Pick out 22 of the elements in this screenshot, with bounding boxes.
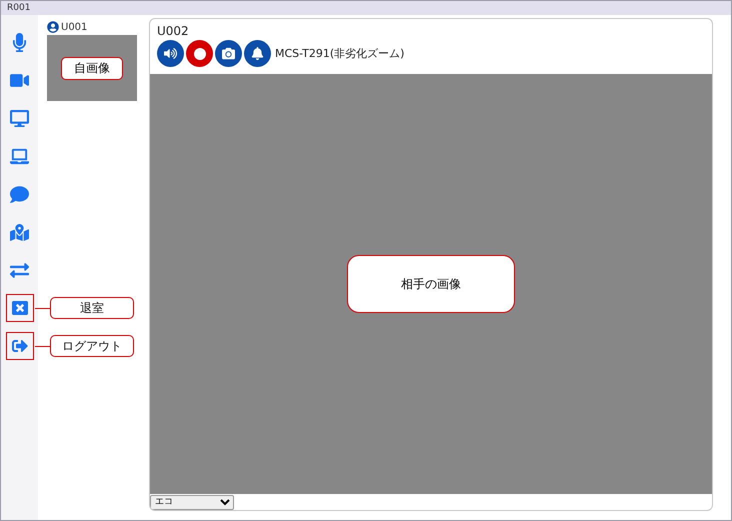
user-name: U002: [157, 24, 190, 38]
speaker-icon: [164, 47, 177, 60]
exit-icon: [12, 338, 28, 354]
bell-icon: [251, 47, 264, 60]
record-button[interactable]: [186, 40, 213, 67]
record-dot-icon: [194, 48, 206, 60]
quality-select[interactable]: エコ: [150, 494, 234, 510]
camera-button[interactable]: [215, 40, 242, 67]
camera-icon: [222, 47, 235, 60]
user-name: U001: [61, 22, 88, 32]
window-title: R001: [7, 3, 30, 13]
close-icon: [12, 300, 28, 316]
bell-button[interactable]: [244, 40, 271, 67]
speaker-button[interactable]: [157, 40, 184, 67]
callout-label: 自画像: [61, 56, 123, 80]
exit-button[interactable]: [6, 332, 34, 360]
user-icon: [47, 21, 59, 33]
close-button[interactable]: [6, 294, 34, 322]
callout-label: ログアウト: [50, 335, 134, 357]
callout-label: 相手の画像: [347, 255, 515, 313]
device-name: MCS-T291(非劣化ズーム): [275, 46, 404, 61]
callout-label: 退室: [50, 297, 134, 319]
